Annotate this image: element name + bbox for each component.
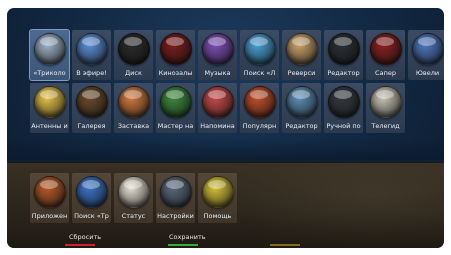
app-tile-manual[interactable]: Ручной по — [324, 83, 363, 133]
apps-row-1: «Триколо В эфире! Диск Кинозалы Музыка Поиск … — [29, 29, 444, 81]
jewels-icon — [412, 33, 444, 65]
app-tile-label: Ювели — [415, 69, 440, 77]
app-tile-popular[interactable]: Популярн — [240, 83, 279, 133]
app-tile-disk[interactable]: Диск — [114, 30, 153, 80]
app-tile-saper[interactable]: Сапер — [366, 30, 405, 80]
search-l-icon — [244, 33, 276, 65]
app-tile-settings[interactable]: Настройки — [156, 173, 195, 223]
apps-row-2: Антенны и Галерея Заставка Мастер на Напомин… — [30, 83, 405, 133]
tricolor-icon — [34, 33, 66, 65]
reminders-icon — [202, 86, 234, 118]
app-tile-label: Статус — [121, 212, 146, 220]
app-tile-label: Музыка — [204, 69, 231, 77]
help-icon — [202, 176, 234, 208]
app-tile-label: Поиск «Тр — [74, 212, 109, 220]
screensaver-icon — [118, 86, 150, 118]
live-icon — [76, 33, 108, 65]
manual-icon — [328, 86, 360, 118]
editor2-icon — [286, 86, 318, 118]
app-tile-reversi[interactable]: Реверси — [282, 30, 321, 80]
disk-icon — [118, 33, 150, 65]
app-tile-live[interactable]: В эфире! — [72, 30, 111, 80]
red-key-indicator — [65, 244, 95, 246]
status-icon — [118, 176, 150, 208]
save-label[interactable]: Сохранить — [169, 233, 206, 241]
search-t-icon — [76, 176, 108, 208]
app-tile-label: Сапер — [375, 69, 396, 77]
tv-menu-screen: «Триколо В эфире! Диск Кинозалы Музыка Поиск … — [7, 8, 444, 248]
settings-icon — [160, 176, 192, 208]
app-tile-label: Антенны и — [31, 122, 68, 130]
quick-row: Приложен Поиск «Тр Статус Настройки Помощь — [30, 173, 237, 223]
apps-icon — [34, 176, 66, 208]
app-tile-reminders[interactable]: Напомина — [198, 83, 237, 133]
app-tile-editor1[interactable]: Редактор — [324, 30, 363, 80]
app-tile-teletext[interactable]: Телегид — [366, 83, 405, 133]
app-tile-wizard[interactable]: Мастер на — [156, 83, 195, 133]
app-tile-help[interactable]: Помощь — [198, 173, 237, 223]
app-tile-label: Поиск «Л — [243, 69, 276, 77]
green-key-indicator — [168, 244, 198, 246]
app-tile-label: Напомина — [200, 122, 235, 130]
app-tile-label: Галерея — [77, 122, 106, 130]
app-tile-label: Помощь — [203, 212, 232, 220]
app-tile-status[interactable]: Статус — [114, 173, 153, 223]
teletext-icon — [370, 86, 402, 118]
music-icon — [202, 33, 234, 65]
app-tile-label: Популярн — [242, 122, 277, 130]
app-tile-jewels[interactable]: Ювели — [408, 30, 444, 80]
reversi-icon — [286, 33, 318, 65]
popular-icon — [244, 86, 276, 118]
app-tile-label: Редактор — [327, 69, 360, 77]
app-tile-editor2[interactable]: Редактор — [282, 83, 321, 133]
app-tile-antennas[interactable]: Антенны и — [30, 83, 69, 133]
app-tile-label: В эфире! — [76, 69, 107, 77]
app-tile-music[interactable]: Музыка — [198, 30, 237, 80]
yellow-key-indicator — [270, 244, 300, 246]
gallery-icon — [76, 86, 108, 118]
antennas-icon — [34, 86, 66, 118]
app-tile-label: Настройки — [157, 212, 194, 220]
app-tile-label: Кинозалы — [158, 69, 193, 77]
app-tile-label: Ручной по — [326, 122, 361, 130]
app-tile-search-l[interactable]: Поиск «Л — [240, 30, 279, 80]
app-tile-label: «Триколо — [33, 69, 66, 77]
app-tile-label: Приложен — [31, 212, 68, 220]
app-tile-screensaver[interactable]: Заставка — [114, 83, 153, 133]
app-tile-label: Диск — [125, 69, 142, 77]
app-tile-label: Редактор — [285, 122, 318, 130]
saper-icon — [370, 33, 402, 65]
app-tile-gallery[interactable]: Галерея — [72, 83, 111, 133]
app-tile-apps[interactable]: Приложен — [30, 173, 69, 223]
app-tile-cinema[interactable]: Кинозалы — [156, 30, 195, 80]
wizard-icon — [160, 86, 192, 118]
cinema-icon — [160, 33, 192, 65]
app-tile-tricolor[interactable]: «Триколо — [29, 29, 70, 81]
app-tile-search-t[interactable]: Поиск «Тр — [72, 173, 111, 223]
app-tile-label: Телегид — [371, 122, 400, 130]
app-tile-label: Заставка — [117, 122, 150, 130]
editor1-icon — [328, 33, 360, 65]
app-tile-label: Реверси — [287, 69, 316, 77]
reset-label[interactable]: Сбросить — [69, 233, 101, 241]
app-tile-label: Мастер на — [157, 122, 194, 130]
